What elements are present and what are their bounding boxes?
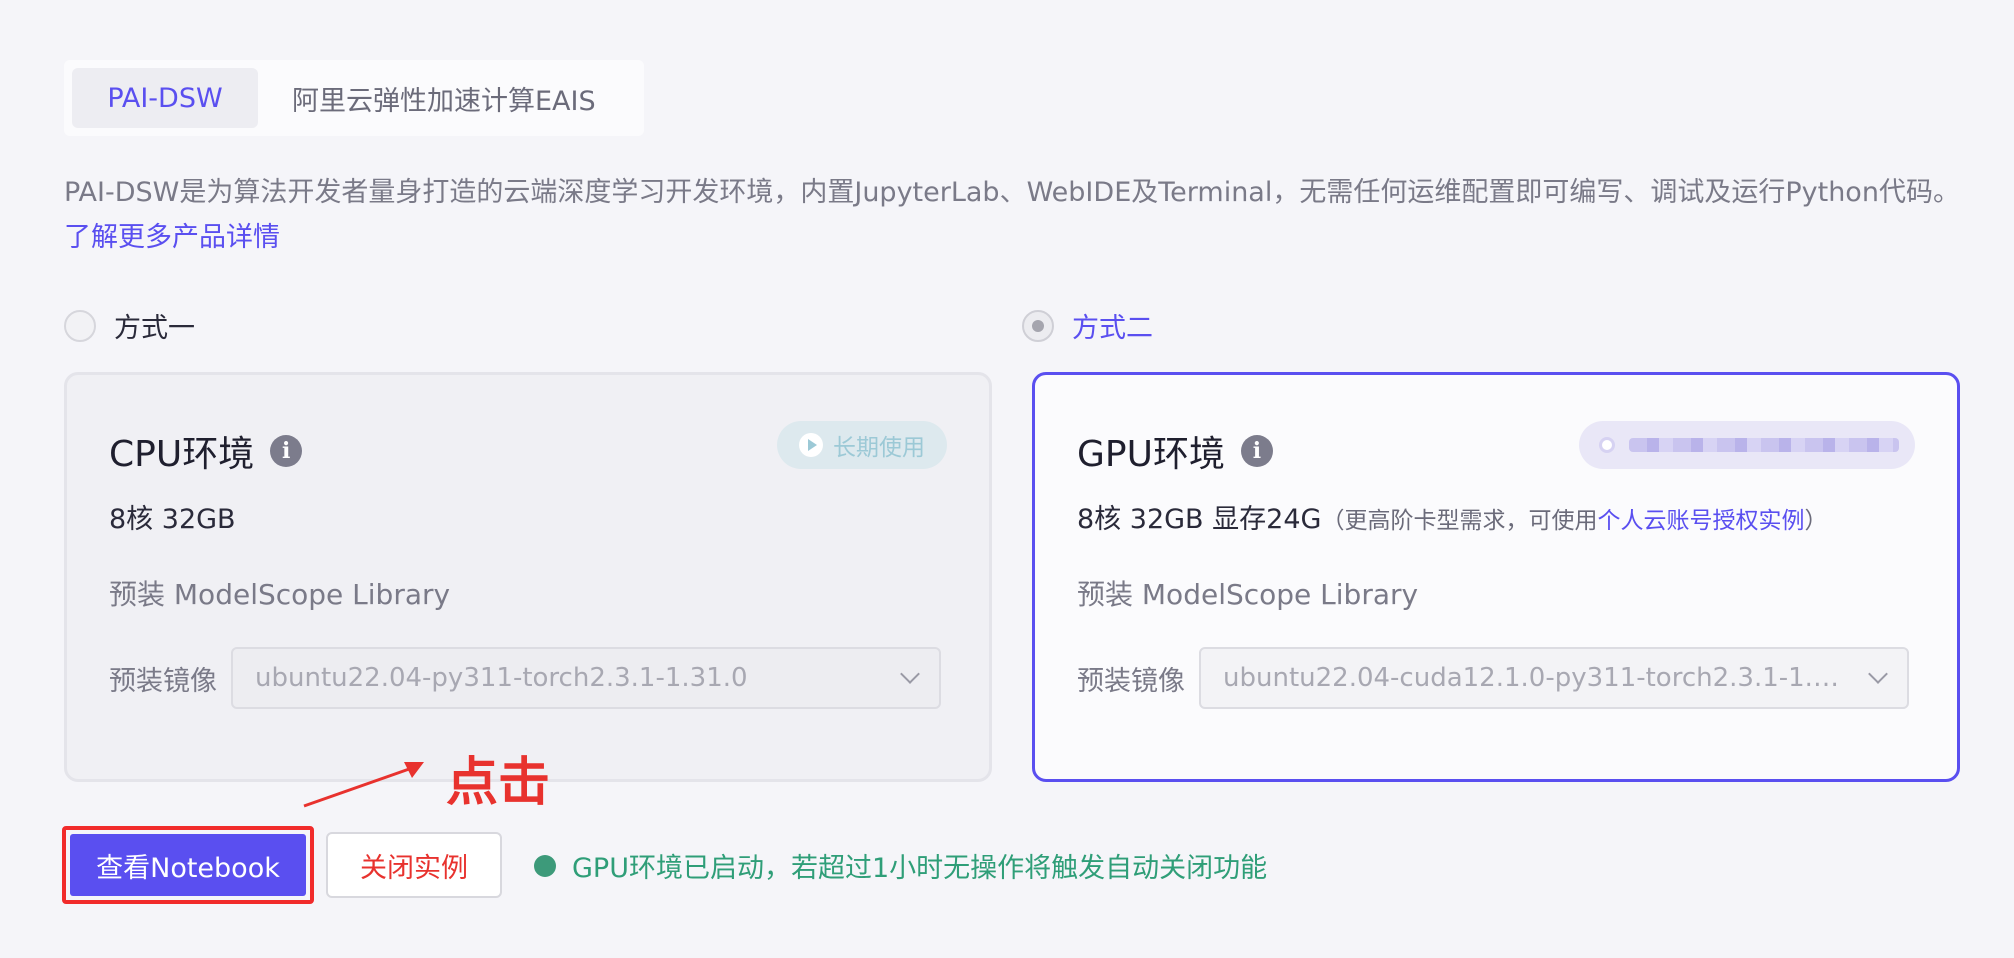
cpu-image-value: ubuntu22.04-py311-torch2.3.1-1.31.0 [255, 663, 748, 693]
close-instance-button[interactable]: 关闭实例 [326, 832, 502, 898]
product-description: PAI-DSW是为算法开发者量身打造的云端深度学习开发环境，内置JupyterL… [64, 170, 1964, 260]
page: PAI-DSW 阿里云弹性加速计算EAIS PAI-DSW是为算法开发者量身打造… [0, 0, 2014, 958]
learn-more-link[interactable]: 了解更多产品详情 [64, 222, 280, 253]
gpu-spec-note: （更高阶卡型需求，可使用个人云账号授权实例） [1321, 508, 1827, 534]
highlight-box: 查看Notebook [62, 826, 314, 904]
option-one-radio[interactable] [64, 309, 96, 342]
blurred-badge-text [1629, 438, 1899, 452]
gpu-card-title: GPU环境 i [1077, 425, 1273, 477]
gpu-spec: 8核 32GB 显存24G（更高阶卡型需求，可使用个人云账号授权实例） [1077, 497, 1827, 536]
tab-pai-dsw[interactable]: PAI-DSW [72, 68, 258, 128]
gpu-title-text: GPU环境 [1077, 434, 1225, 475]
option-one[interactable]: 方式一 [64, 306, 195, 345]
gpu-image-select[interactable]: ubuntu22.04-cuda12.1.0-py311-torch2.3.1-… [1199, 647, 1909, 709]
blurred-badge-icon [1599, 437, 1615, 453]
info-icon[interactable]: i [270, 435, 303, 467]
personal-account-link[interactable]: 个人云账号授权实例 [1597, 508, 1804, 534]
long-term-badge: 长期使用 [777, 421, 947, 469]
annotation-click-label: 点击 [446, 753, 551, 813]
cpu-preinstall: 预装 ModelScope Library [109, 578, 451, 611]
description-text: PAI-DSW是为算法开发者量身打造的云端深度学习开发环境，内置JupyterL… [64, 177, 1960, 208]
gpu-preinstall: 预装 ModelScope Library [1077, 578, 1419, 611]
chevron-down-icon [900, 664, 920, 684]
gpu-spec-text: 8核 32GB 显存24G [1077, 504, 1322, 535]
status-text: GPU环境已启动，若超过1小时无操作将触发自动关闭功能 [572, 853, 1268, 884]
cpu-spec: 8核 32GB [109, 504, 236, 535]
option-two[interactable]: 方式二 [1022, 306, 1153, 345]
blurred-badge [1579, 421, 1915, 469]
chevron-down-icon [1868, 664, 1888, 684]
info-icon[interactable]: i [1240, 435, 1273, 467]
note-prefix: （更高阶卡型需求，可使用 [1321, 508, 1598, 534]
cpu-card-title: CPU环境 i [109, 425, 303, 477]
cpu-image-label: 预装镜像 [109, 665, 217, 697]
tab-eais[interactable]: 阿里云弹性加速计算EAIS [258, 68, 630, 128]
status-dot-icon [534, 854, 556, 877]
cpu-environment-card[interactable]: CPU环境 i 长期使用 8核 32GB 预装 ModelScope Libra… [64, 372, 992, 782]
annotation-arrow-icon [303, 762, 424, 808]
cpu-image-row: 预装镜像 ubuntu22.04-py311-torch2.3.1-1.31.0 [109, 647, 941, 709]
note-suffix: ） [1804, 508, 1828, 534]
view-notebook-button[interactable]: 查看Notebook [70, 834, 306, 896]
cpu-image-select[interactable]: ubuntu22.04-py311-torch2.3.1-1.31.0 [231, 647, 941, 709]
play-icon [799, 433, 823, 457]
option-two-label: 方式二 [1072, 313, 1153, 344]
gpu-image-label: 预装镜像 [1077, 665, 1185, 697]
option-one-label: 方式一 [114, 313, 195, 344]
gpu-image-value: ubuntu22.04-cuda12.1.0-py311-torch2.3.1-… [1223, 663, 1843, 693]
cpu-title-text: CPU环境 [109, 434, 255, 475]
gpu-image-row: 预装镜像 ubuntu22.04-cuda12.1.0-py311-torch2… [1077, 647, 1909, 709]
option-two-radio[interactable] [1022, 309, 1054, 342]
gpu-environment-card[interactable]: GPU环境 i 8核 32GB 显存24G（更高阶卡型需求，可使用个人云账号授权… [1032, 372, 1960, 782]
status-message: GPU环境已启动，若超过1小时无操作将触发自动关闭功能 [534, 846, 1267, 885]
long-term-badge-label: 长期使用 [833, 435, 925, 461]
product-tabs: PAI-DSW 阿里云弹性加速计算EAIS [64, 60, 644, 136]
